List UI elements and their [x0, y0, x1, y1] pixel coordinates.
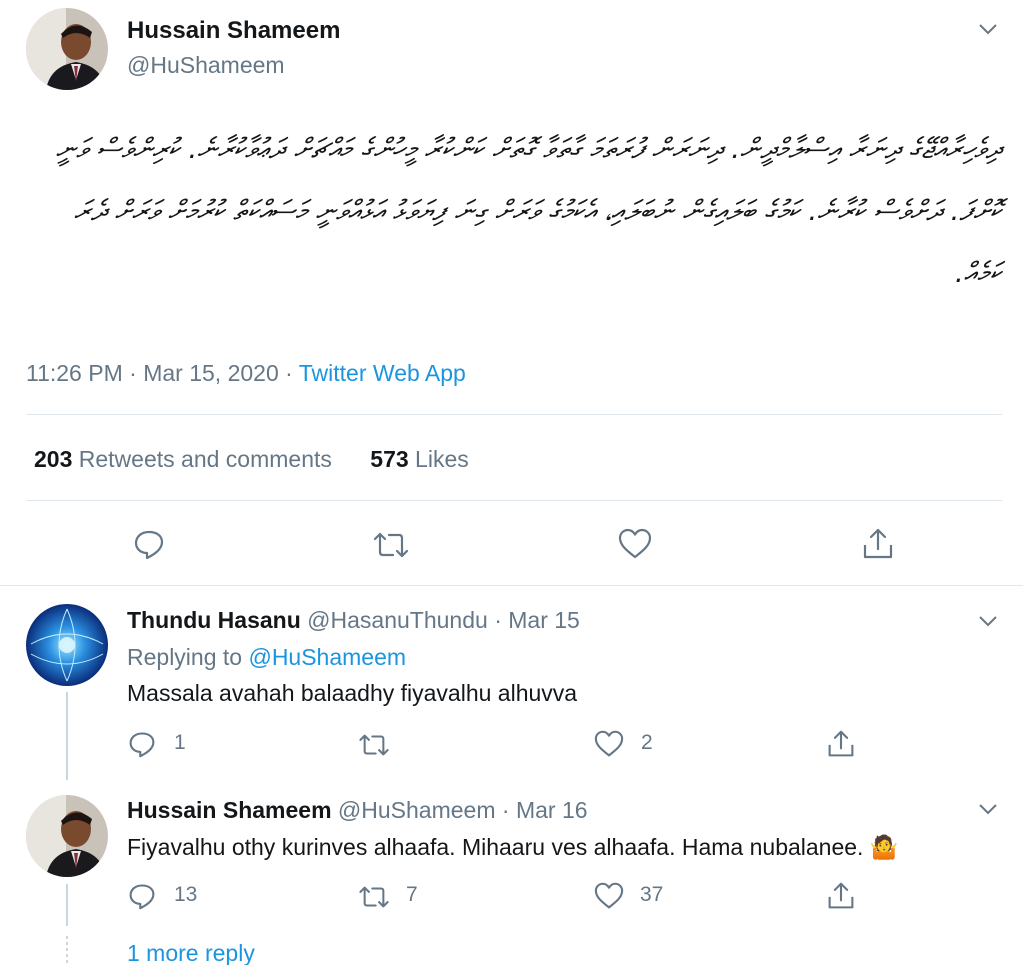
thread-dots — [66, 936, 68, 964]
chevron-down-icon[interactable] — [978, 802, 998, 816]
retweet-count: 7 — [406, 883, 418, 906]
reply-author-name[interactable]: Hussain Shameem — [127, 797, 332, 823]
shrug-emoji-icon: 🤷 — [869, 835, 899, 861]
like-count: 37 — [640, 883, 664, 906]
tweet-meta: 11:26 PM · Mar 15, 2020 · Twitter Web Ap… — [26, 360, 466, 387]
reply-icon[interactable] — [128, 730, 156, 758]
likes-label: Likes — [415, 446, 469, 472]
tweet-author-handle[interactable]: @HuShameem — [127, 52, 285, 79]
likes-count: 573 — [370, 446, 409, 472]
reply-text-body: Fiyavalhu othy kurinves alhaafa. Mihaaru… — [127, 834, 864, 860]
reply-text: Fiyavalhu othy kurinves alhaafa. Mihaaru… — [127, 834, 898, 861]
reply-separator: · — [501, 797, 510, 823]
reply-author-handle[interactable]: @HuShameem — [338, 797, 496, 823]
heart-icon[interactable] — [594, 730, 624, 758]
reply-text: Massala avahah balaadhy fiyavalhu alhuvv… — [127, 680, 578, 706]
reply-count: 1 — [174, 731, 186, 754]
tweet-source-link[interactable]: Twitter Web App — [299, 360, 466, 386]
replying-to-label: Replying to — [127, 644, 243, 670]
like-count: 2 — [641, 731, 653, 754]
meta-separator: · — [129, 360, 137, 386]
heart-icon[interactable] — [594, 882, 624, 910]
reply-icon[interactable] — [133, 528, 165, 560]
share-icon[interactable] — [827, 881, 855, 911]
tweet-date[interactable]: Mar 15, 2020 — [143, 360, 279, 386]
heart-icon[interactable] — [618, 528, 652, 560]
reply-date[interactable]: Mar 15 — [508, 607, 580, 633]
more-replies-link[interactable]: 1 more reply — [127, 940, 255, 965]
share-icon[interactable] — [862, 527, 894, 561]
reply-header: Thundu Hasanu @HasanuThundu · Mar 15 — [127, 607, 580, 634]
chevron-down-icon[interactable] — [978, 22, 998, 36]
meta-separator-2: · — [285, 360, 293, 386]
reply-count: 13 — [174, 883, 198, 906]
reply-date[interactable]: Mar 16 — [516, 797, 588, 823]
chevron-down-icon[interactable] — [978, 614, 998, 628]
tweet-stats: 203 Retweets and comments 573 Likes — [34, 446, 469, 473]
reply-separator: · — [494, 607, 502, 633]
reply-avatar-thundu[interactable] — [26, 604, 108, 686]
tweet-author-name[interactable]: Hussain Shameem — [127, 17, 340, 45]
retweet-icon[interactable] — [357, 732, 391, 758]
reply-avatar-hussain[interactable] — [26, 795, 108, 877]
retweet-icon[interactable] — [357, 884, 391, 910]
replying-to-handle[interactable]: @HuShameem — [248, 644, 406, 670]
reply-header: Hussain Shameem @HuShameem · Mar 16 — [127, 797, 588, 824]
retweets-count: 203 — [34, 446, 73, 472]
share-icon[interactable] — [827, 729, 855, 759]
reply-author-handle[interactable]: @HasanuThundu — [307, 607, 488, 633]
likes-stat[interactable]: 573 Likes — [370, 446, 468, 472]
retweet-icon[interactable] — [371, 530, 411, 560]
author-avatar[interactable] — [26, 8, 108, 90]
tweet-time[interactable]: 11:26 PM — [26, 360, 123, 386]
retweets-stat[interactable]: 203 Retweets and comments — [34, 446, 338, 472]
retweets-label: Retweets and comments — [78, 446, 332, 472]
reply-author-name[interactable]: Thundu Hasanu — [127, 607, 301, 633]
replying-to: Replying to @HuShameem — [127, 644, 406, 671]
reply-icon[interactable] — [128, 882, 156, 910]
tweet-text: ދިވެހިރާއްޖޭގެ ދިނަރާ އިސްލާމްދީން. ދިނަ… — [55, 132, 1001, 289]
